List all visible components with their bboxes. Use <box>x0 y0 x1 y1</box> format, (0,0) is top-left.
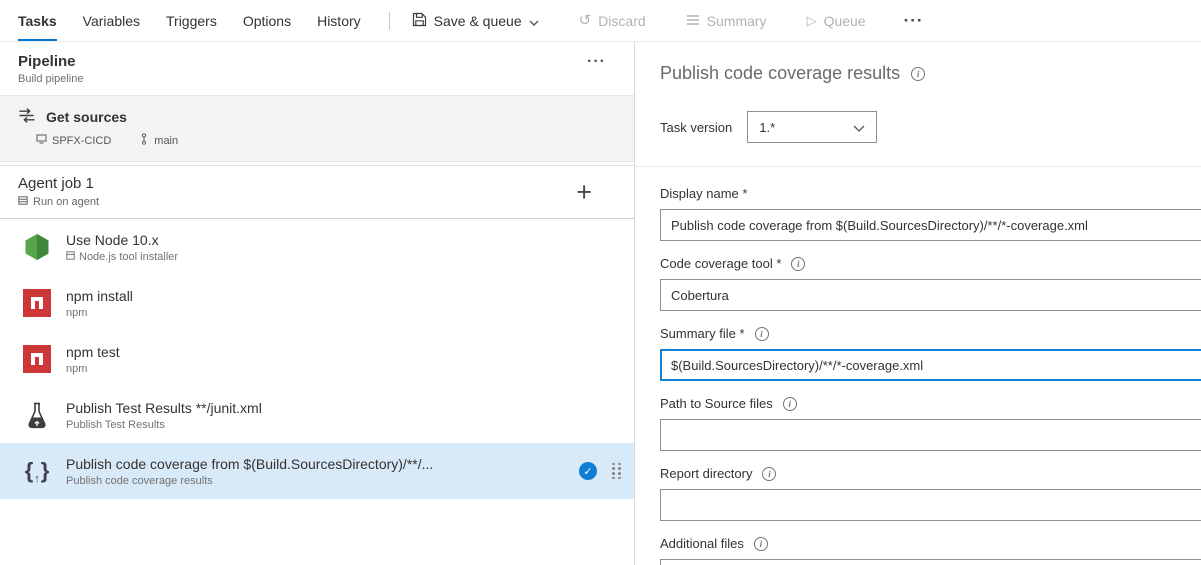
agent-job-subtitle: Run on agent <box>33 196 99 208</box>
info-icon[interactable]: i <box>754 537 768 551</box>
main-content: Pipeline Build pipeline ··· Get sources <box>0 42 1201 565</box>
tab-bar: Tasks Variables Triggers Options History <box>18 0 387 41</box>
field-label-additional-files: Additional files <box>660 536 744 551</box>
repo-name: SPFX-CICD <box>52 135 111 147</box>
task-subtitle: Publish Test Results <box>66 419 165 431</box>
chevron-down-icon[interactable] <box>529 13 539 29</box>
task-title: Publish Test Results **/junit.xml <box>66 400 262 416</box>
summary-list-icon <box>686 13 700 29</box>
info-icon[interactable]: i <box>911 67 925 81</box>
display-name-input[interactable] <box>660 209 1201 241</box>
get-sources-icon <box>18 108 36 126</box>
toolbar-divider <box>389 12 390 30</box>
discard-button[interactable]: ↺ Discard <box>579 13 646 29</box>
summary-file-input[interactable] <box>660 349 1201 381</box>
task-subtitle: Node.js tool installer <box>79 251 178 263</box>
summary-label: Summary <box>707 13 767 29</box>
npm-icon <box>22 344 52 374</box>
field-label-code-coverage-tool: Code coverage tool * <box>660 256 781 271</box>
tool-installer-icon <box>66 251 75 263</box>
task-row-use-node[interactable]: Use Node 10.x Node.js tool installer <box>0 219 634 275</box>
tab-options[interactable]: Options <box>243 0 291 41</box>
branch-name: main <box>154 135 178 147</box>
discard-label: Discard <box>598 13 645 29</box>
get-sources-row[interactable]: Get sources SPFX-CICD <box>0 95 634 162</box>
task-subtitle: Publish code coverage results <box>66 475 213 487</box>
settings-title: Publish code coverage results <box>660 63 900 84</box>
flask-icon <box>22 400 52 430</box>
task-subtitle: npm <box>66 307 87 319</box>
agent-job-row[interactable]: Agent job 1 Run on agent + <box>0 165 634 219</box>
drag-handle-icon[interactable] <box>612 463 621 479</box>
section-divider <box>635 166 1201 167</box>
more-actions-button[interactable]: ··· <box>904 11 924 31</box>
top-command-bar: Tasks Variables Triggers Options History… <box>0 0 1201 42</box>
task-row-npm-test[interactable]: npm test npm <box>0 331 634 387</box>
task-title: Publish code coverage from $(Build.Sourc… <box>66 456 433 472</box>
tab-tasks[interactable]: Tasks <box>18 0 57 41</box>
task-version-select[interactable]: 1.* <box>747 111 877 143</box>
chevron-down-icon <box>853 120 865 135</box>
code-coverage-tool-input[interactable] <box>660 279 1201 311</box>
info-icon[interactable]: i <box>791 257 805 271</box>
tab-history[interactable]: History <box>317 0 361 41</box>
selected-check-icon: ✓ <box>579 462 597 480</box>
branch-icon <box>139 133 149 148</box>
discard-icon: ↺ <box>579 13 592 28</box>
pipeline-more-button[interactable]: ··· <box>587 53 606 71</box>
save-icon <box>412 12 427 30</box>
braces-icon: {↑} <box>22 456 52 486</box>
play-icon: ▷ <box>807 14 817 27</box>
task-version-label: Task version <box>660 120 732 135</box>
task-settings-panel: Publish code coverage results i Task ver… <box>635 42 1201 565</box>
summary-button[interactable]: Summary <box>686 13 767 29</box>
field-label-path-to-source-files: Path to Source files <box>660 396 773 411</box>
task-row-publish-test-results[interactable]: Publish Test Results **/junit.xml Publis… <box>0 387 634 443</box>
info-icon[interactable]: i <box>755 327 769 341</box>
info-icon[interactable]: i <box>783 397 797 411</box>
pipeline-panel: Pipeline Build pipeline ··· Get sources <box>0 42 635 565</box>
task-title: npm test <box>66 344 120 360</box>
queue-button[interactable]: ▷ Queue <box>807 13 866 29</box>
task-row-publish-code-coverage[interactable]: {↑} Publish code coverage from $(Build.S… <box>0 443 634 499</box>
additional-files-input[interactable] <box>660 559 1201 565</box>
report-directory-input[interactable] <box>660 489 1201 521</box>
get-sources-title: Get sources <box>46 109 127 125</box>
field-label-display-name: Display name * <box>660 186 747 201</box>
save-queue-label: Save & queue <box>434 13 522 29</box>
npm-icon <box>22 288 52 318</box>
pipeline-subtitle: Build pipeline <box>18 73 83 85</box>
task-title: npm install <box>66 288 133 304</box>
settings-form: Display name * Code coverage tool * i Su… <box>660 186 1201 565</box>
save-queue-button[interactable]: Save & queue <box>412 12 539 30</box>
pipeline-title: Pipeline <box>18 53 83 70</box>
tab-triggers[interactable]: Triggers <box>166 0 217 41</box>
path-to-source-files-input[interactable] <box>660 419 1201 451</box>
node-icon <box>22 232 52 262</box>
task-version-value: 1.* <box>759 120 775 135</box>
repo-icon <box>36 134 47 147</box>
queue-label: Queue <box>824 13 866 29</box>
task-row-npm-install[interactable]: npm install npm <box>0 275 634 331</box>
task-subtitle: npm <box>66 363 87 375</box>
tab-variables[interactable]: Variables <box>83 0 140 41</box>
field-label-report-directory: Report directory <box>660 466 752 481</box>
task-title: Use Node 10.x <box>66 232 178 248</box>
pipeline-header: Pipeline Build pipeline ··· <box>0 42 634 95</box>
agent-job-title: Agent job 1 <box>18 175 99 192</box>
info-icon[interactable]: i <box>762 467 776 481</box>
add-task-button[interactable]: + <box>576 182 592 202</box>
agent-icon <box>18 196 28 208</box>
field-label-summary-file: Summary file * <box>660 326 745 341</box>
